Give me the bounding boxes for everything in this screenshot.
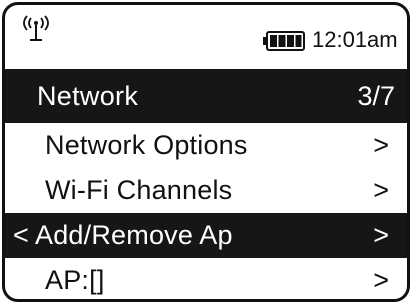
chevron-right-icon: > [373, 175, 389, 205]
menu-header: Network 3/7 [5, 69, 407, 123]
page-title: Network [37, 81, 139, 111]
battery-full-icon [263, 31, 305, 51]
menu-item-label: Network Options [45, 130, 248, 160]
radio-display: 12:01am Network 3/7 Network Options > Wi… [2, 2, 410, 302]
menu-list: Network Options > Wi-Fi Channels > < Add… [5, 123, 407, 299]
menu-item-wifi-channels[interactable]: Wi-Fi Channels > [5, 168, 407, 213]
clock-time: 12:01am [312, 27, 398, 52]
menu-item-network-options[interactable]: Network Options > [5, 123, 407, 168]
chevron-right-icon: > [373, 265, 389, 295]
chevron-right-icon: > [373, 130, 389, 160]
chevron-right-icon: > [373, 220, 389, 250]
status-bar: 12:01am [5, 5, 407, 69]
menu-item-ap[interactable]: AP:[] > [5, 258, 407, 299]
menu-item-add-remove-ap[interactable]: < Add/Remove Ap > [5, 213, 407, 258]
menu-item-label: Add/Remove Ap [35, 220, 233, 250]
page-indicator: 3/7 [357, 81, 395, 111]
menu-item-label: Wi-Fi Channels [45, 175, 233, 205]
menu-item-label: AP:[] [45, 265, 105, 295]
chevron-left-icon: < [13, 220, 29, 250]
wifi-signal-icon [23, 15, 49, 41]
